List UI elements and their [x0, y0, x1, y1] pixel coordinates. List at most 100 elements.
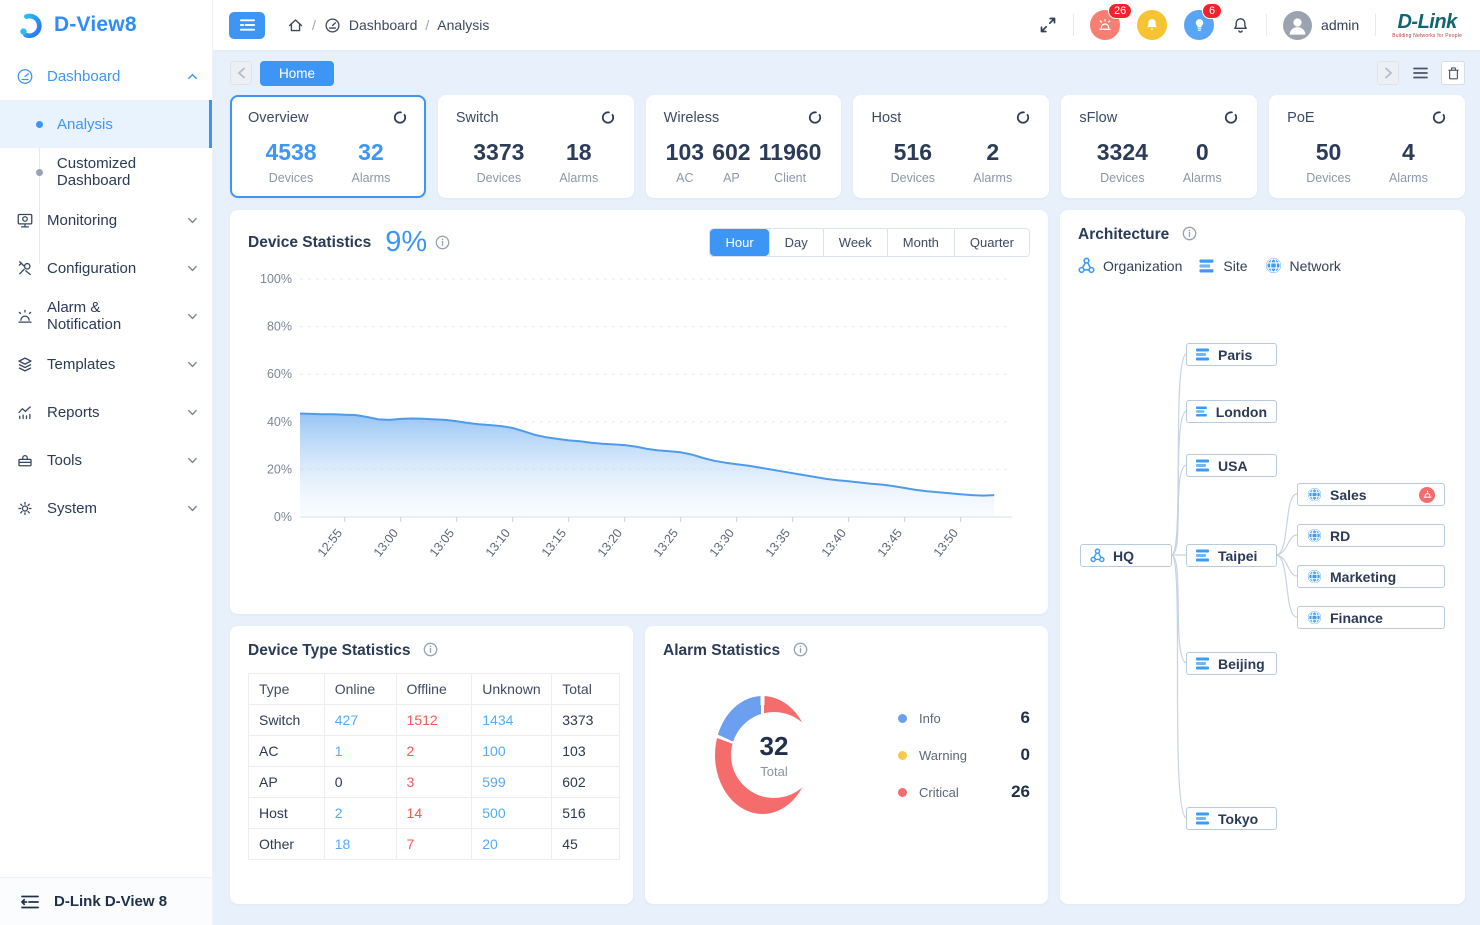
tips-button[interactable]: 6 — [1184, 10, 1214, 40]
tabs-menu-button[interactable] — [1408, 61, 1432, 85]
chevron-down-icon — [187, 503, 198, 514]
range-tab-day[interactable]: Day — [769, 229, 823, 256]
fullscreen-icon[interactable] — [1039, 16, 1057, 34]
tree-node-paris[interactable]: Paris — [1186, 343, 1277, 366]
cell-online[interactable]: 427 — [324, 705, 396, 736]
refresh-icon[interactable] — [807, 109, 823, 126]
sidebar-item-configuration[interactable]: Configuration — [0, 244, 212, 292]
cell-offline[interactable]: 7 — [396, 829, 472, 860]
device-type-table: Type Online Offline Unknown Total Switch… — [248, 673, 620, 860]
cell-offline[interactable]: 1512 — [396, 705, 472, 736]
breadcrumb-page[interactable]: Analysis — [437, 17, 489, 33]
tree-node-sales[interactable]: Sales — [1297, 483, 1445, 506]
summary-card-host[interactable]: Host 516Devices 2Alarms — [853, 95, 1049, 198]
sidebar-item-tools[interactable]: Tools — [0, 436, 212, 484]
tree-node-tokyo[interactable]: Tokyo — [1186, 807, 1277, 830]
cell-unknown[interactable]: 1434 — [472, 705, 552, 736]
alarm-count-badge: 26 — [1108, 3, 1132, 19]
refresh-icon[interactable] — [1015, 109, 1031, 126]
sidebar-item-customized-dashboard[interactable]: Customized Dashboard — [0, 148, 212, 196]
svg-text:13:00: 13:00 — [371, 526, 401, 559]
cell-online[interactable]: 18 — [324, 829, 396, 860]
cell-unknown[interactable]: 20 — [472, 829, 552, 860]
summary-card-poe[interactable]: PoE 50Devices 4Alarms — [1269, 95, 1465, 198]
sidebar-item-dashboard[interactable]: Dashboard — [0, 52, 212, 100]
tabs-scroll-left-button[interactable] — [230, 61, 252, 85]
info-icon[interactable] — [1182, 226, 1197, 241]
range-tab-quarter[interactable]: Quarter — [954, 229, 1029, 256]
warning-notifications-button[interactable] — [1137, 10, 1167, 40]
sidebar-item-reports[interactable]: Reports — [0, 388, 212, 436]
info-icon[interactable] — [435, 235, 450, 250]
sidebar-item-analysis[interactable]: Analysis — [0, 100, 212, 148]
info-icon[interactable] — [793, 642, 808, 657]
alarm-badge-icon[interactable] — [1419, 487, 1435, 503]
sidebar-collapse[interactable]: D-Link D-View 8 — [0, 877, 212, 925]
dlink-logo-text: D-Link — [1397, 12, 1456, 32]
cell-total: 602 — [552, 767, 620, 798]
stat-value: 50 — [1306, 139, 1350, 166]
home-icon[interactable] — [287, 17, 304, 34]
info-icon[interactable] — [423, 642, 438, 657]
cell-online[interactable]: 2 — [324, 798, 396, 829]
legend-item-critical[interactable]: Critical 26 — [898, 782, 1030, 802]
bullet-dot — [36, 121, 43, 128]
svg-text:13:20: 13:20 — [595, 526, 625, 559]
cell-unknown[interactable]: 100 — [472, 736, 552, 767]
summary-card-switch[interactable]: Switch 3373Devices 18Alarms — [438, 95, 634, 198]
node-label: HQ — [1113, 548, 1134, 564]
system-gear-icon — [16, 499, 34, 517]
header-actions: 26 6 admin D-Link Building Networks for … — [1039, 10, 1462, 40]
footer-brand: D-Link D-View 8 — [54, 893, 167, 910]
alarm-donut-chart[interactable]: 32 Total — [715, 696, 810, 814]
notifications-bell-icon[interactable] — [1231, 16, 1250, 35]
sidebar-item-monitoring[interactable]: Monitoring — [0, 196, 212, 244]
svg-text:13:40: 13:40 — [819, 526, 849, 559]
legend-item-warning[interactable]: Warning 0 — [898, 745, 1030, 765]
tree-node-taipei[interactable]: Taipei — [1186, 544, 1277, 567]
range-tab-hour[interactable]: Hour — [710, 229, 768, 256]
cell-total: 516 — [552, 798, 620, 829]
sidebar-item-templates[interactable]: Templates — [0, 340, 212, 388]
summary-card-sflow[interactable]: sFlow 3324Devices 0Alarms — [1061, 95, 1257, 198]
cell-unknown[interactable]: 599 — [472, 767, 552, 798]
stat-label: AP — [712, 171, 750, 185]
app-logo[interactable]: D-View8 — [0, 0, 212, 50]
cell-offline[interactable]: 2 — [396, 736, 472, 767]
alarm-total-value: 32 — [760, 731, 789, 762]
refresh-icon[interactable] — [600, 109, 616, 126]
close-tabs-button[interactable] — [1441, 61, 1465, 85]
tab-home[interactable]: Home — [260, 61, 334, 86]
range-tab-week[interactable]: Week — [823, 229, 887, 256]
cell-type: Other — [249, 829, 325, 860]
alarm-notifications-button[interactable]: 26 — [1090, 10, 1120, 40]
cell-offline[interactable]: 3 — [396, 767, 472, 798]
tree-node-hq[interactable]: HQ — [1080, 544, 1172, 567]
collapse-sidebar-button[interactable] — [229, 12, 265, 39]
tabs-scroll-right-button[interactable] — [1377, 61, 1399, 85]
cell-unknown[interactable]: 500 — [472, 798, 552, 829]
tree-node-marketing[interactable]: Marketing — [1297, 565, 1445, 588]
tree-node-usa[interactable]: USA — [1186, 454, 1277, 477]
tree-node-london[interactable]: London — [1186, 400, 1277, 423]
range-tab-month[interactable]: Month — [887, 229, 954, 256]
legend-value: 0 — [1021, 745, 1030, 765]
tree-node-finance[interactable]: Finance — [1297, 606, 1445, 629]
sidebar-item-alarm-notification[interactable]: Alarm & Notification — [0, 292, 212, 340]
tree-node-rd[interactable]: RD — [1297, 524, 1445, 547]
summary-card-wireless[interactable]: Wireless 103AC 602AP 11960Client — [646, 95, 842, 198]
tree-node-beijing[interactable]: Beijing — [1186, 652, 1277, 675]
refresh-icon[interactable] — [1431, 109, 1447, 126]
legend-item-info[interactable]: Info 6 — [898, 708, 1030, 728]
summary-card-overview[interactable]: Overview 4538Devices 32Alarms — [230, 95, 426, 198]
user-avatar[interactable] — [1283, 11, 1312, 40]
breadcrumb-section[interactable]: Dashboard — [349, 17, 418, 33]
refresh-icon[interactable] — [392, 109, 408, 126]
refresh-icon[interactable] — [1223, 109, 1239, 126]
legend-label: Info — [919, 711, 1021, 726]
chevron-down-icon — [187, 359, 198, 370]
username[interactable]: admin — [1321, 17, 1359, 33]
cell-offline[interactable]: 14 — [396, 798, 472, 829]
cell-online[interactable]: 1 — [324, 736, 396, 767]
sidebar-item-system[interactable]: System — [0, 484, 212, 532]
